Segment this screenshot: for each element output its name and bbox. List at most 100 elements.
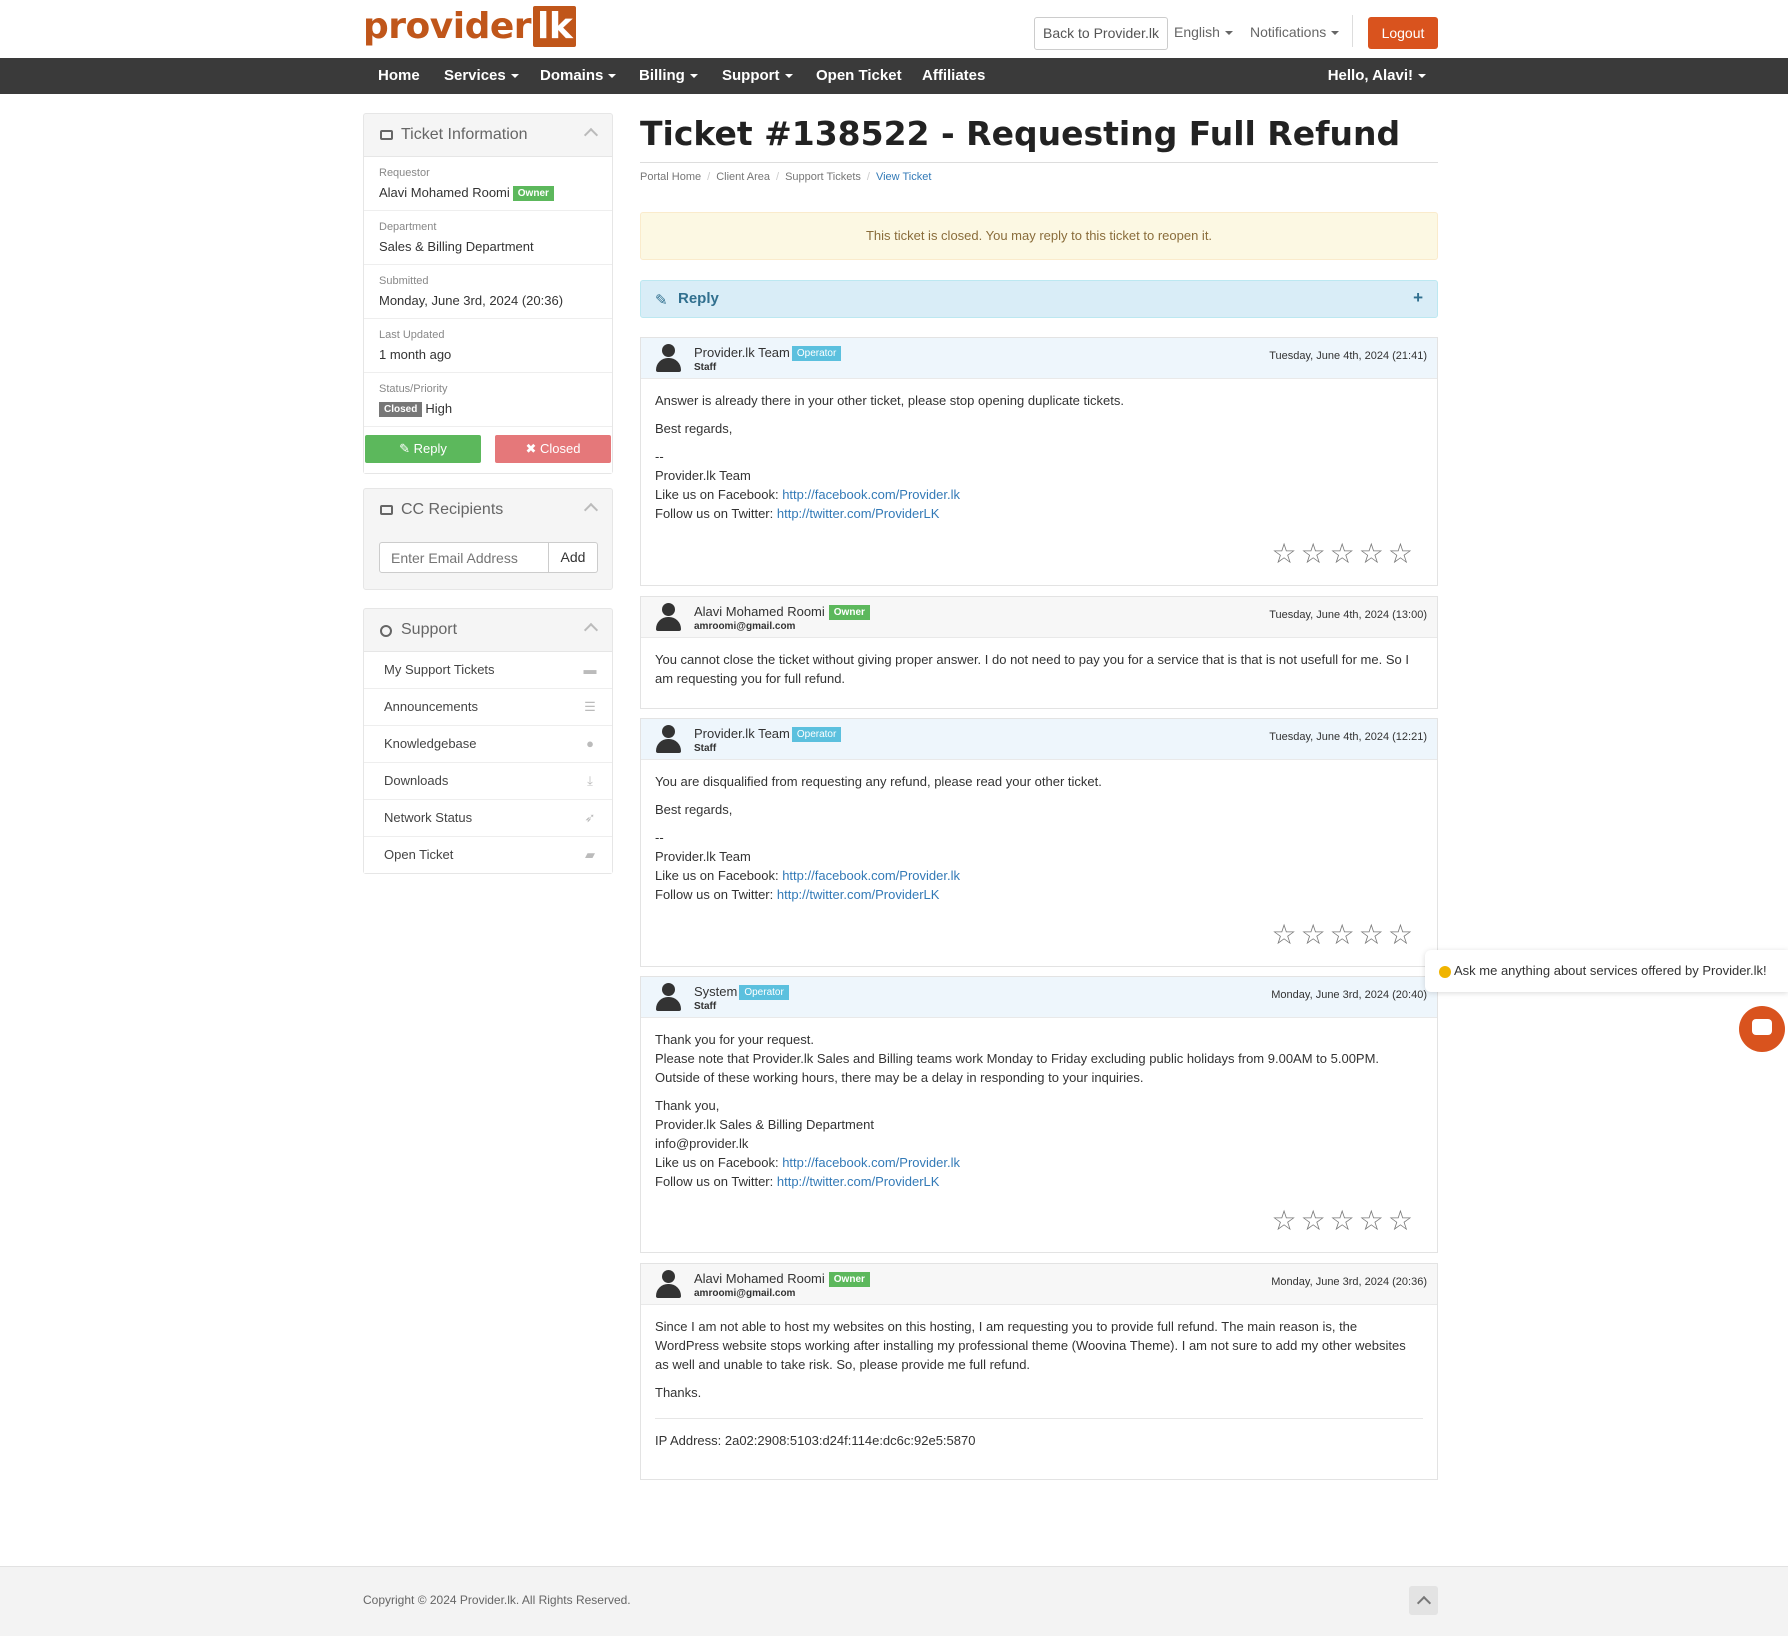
sidebar-item-announcements[interactable]: Announcements ☰ xyxy=(364,689,612,726)
language-dropdown[interactable]: English xyxy=(1174,24,1233,40)
signature-facebook: Like us on Facebook: http://facebook.com… xyxy=(655,866,1423,885)
sidebar-item-downloads[interactable]: Downloads ⤓ xyxy=(364,763,612,800)
breadcrumb-support-tickets[interactable]: Support Tickets xyxy=(785,171,861,183)
pencil-icon: ✎ xyxy=(655,292,668,309)
star-outline-icon[interactable]: ☆ xyxy=(1359,1207,1384,1235)
chat-prompt[interactable]: Ask me anything about services offered b… xyxy=(1425,950,1788,992)
nav-label: Billing xyxy=(639,67,685,84)
nav-label: Domains xyxy=(540,67,604,84)
facebook-link[interactable]: http://facebook.com/Provider.lk xyxy=(782,1155,960,1170)
nav-support[interactable]: Support xyxy=(722,58,793,94)
star-outline-icon[interactable]: ☆ xyxy=(1388,921,1413,949)
ip-address: IP Address: 2a02:2908:5103:d24f:114e:dc6… xyxy=(655,1433,976,1448)
message-text: Best regards, xyxy=(655,421,733,436)
star-outline-icon[interactable]: ☆ xyxy=(1301,540,1326,568)
panel-header[interactable]: CC Recipients xyxy=(364,489,612,531)
chevron-up-icon[interactable] xyxy=(583,127,599,143)
twitter-label: Follow us on Twitter: xyxy=(655,887,777,902)
sidebar-item-my-support-tickets[interactable]: My Support Tickets ▬ xyxy=(364,652,612,689)
message-date: Tuesday, June 4th, 2024 (21:41) xyxy=(1269,350,1427,362)
back-to-top-button[interactable] xyxy=(1409,1586,1438,1615)
twitter-link[interactable]: http://twitter.com/ProviderLK xyxy=(777,506,940,521)
signature-email: info@provider.lk xyxy=(655,1136,749,1151)
nav-home[interactable]: Home xyxy=(378,58,420,94)
breadcrumb-separator: / xyxy=(866,171,870,183)
status-priority-block: Status/Priority Closed High xyxy=(364,373,612,427)
nav-domains[interactable]: Domains xyxy=(540,58,617,94)
twitter-link[interactable]: http://twitter.com/ProviderLK xyxy=(777,887,940,902)
message-date: Tuesday, June 4th, 2024 (12:21) xyxy=(1269,731,1427,743)
priority-value: High xyxy=(425,401,453,416)
signature-thanks: Thank you, xyxy=(655,1098,720,1113)
back-to-provider-button[interactable]: Back to Provider.lk xyxy=(1034,17,1168,50)
message-line: Please note that Provider.lk Sales and B… xyxy=(655,1051,1380,1085)
notifications-label: Notifications xyxy=(1250,24,1327,40)
sidebar-item-network-status[interactable]: Network Status ➶ xyxy=(364,800,612,837)
signature-facebook: Like us on Facebook: http://facebook.com… xyxy=(655,485,1423,504)
user-greeting: Hello, Alavi! xyxy=(1327,67,1413,84)
facebook-label: Like us on Facebook: xyxy=(655,868,783,883)
breadcrumb-client-area[interactable]: Client Area xyxy=(716,171,770,183)
star-outline-icon[interactable]: ☆ xyxy=(1359,540,1384,568)
nav-services[interactable]: Services xyxy=(444,58,519,94)
sidebar-item-open-ticket[interactable]: Open Ticket ▰ xyxy=(364,837,612,873)
logout-button[interactable]: Logout xyxy=(1368,17,1438,49)
times-icon: ✖ xyxy=(525,441,541,456)
message-header: System Operator Staff Monday, June 3rd, 2… xyxy=(641,977,1437,1018)
user-avatar-icon xyxy=(655,1270,681,1300)
chevron-up-icon[interactable] xyxy=(583,622,599,638)
last-updated-label: Last Updated xyxy=(379,329,445,341)
panel-header[interactable]: Ticket Information xyxy=(364,114,612,157)
closed-label: Closed xyxy=(540,441,581,456)
star-outline-icon[interactable]: ☆ xyxy=(1359,921,1384,949)
star-outline-icon[interactable]: ☆ xyxy=(1271,1207,1296,1235)
author-name: Alavi Mohamed Roomi xyxy=(694,604,825,619)
reply-label: Reply xyxy=(413,441,447,456)
chat-launcher-button[interactable] xyxy=(1739,1006,1785,1052)
ticket-message: System Operator Staff Monday, June 3rd, 2… xyxy=(640,976,1438,1253)
reply-button[interactable]: ✎ Reply xyxy=(365,435,481,463)
panel-title: Ticket Information xyxy=(401,126,528,143)
notifications-dropdown[interactable]: Notifications xyxy=(1250,24,1340,40)
star-outline-icon[interactable]: ☆ xyxy=(1388,540,1413,568)
plus-icon[interactable]: + xyxy=(1413,288,1423,308)
sidebar-item-knowledgebase[interactable]: Knowledgebase ● xyxy=(364,726,612,763)
star-outline-icon[interactable]: ☆ xyxy=(1330,1207,1355,1235)
panel-header[interactable]: Support xyxy=(364,609,612,652)
breadcrumb-portal-home[interactable]: Portal Home xyxy=(640,171,701,183)
main-nav: Home Services Domains Billing Support Op… xyxy=(0,58,1788,94)
star-outline-icon[interactable]: ☆ xyxy=(1330,540,1355,568)
star-outline-icon[interactable]: ☆ xyxy=(1271,540,1296,568)
star-outline-icon[interactable]: ☆ xyxy=(1301,921,1326,949)
life-ring-icon xyxy=(380,625,392,637)
author-email: amroomi@gmail.com xyxy=(694,621,796,632)
reply-toggle[interactable]: ✎ Reply + xyxy=(640,280,1438,318)
twitter-link[interactable]: http://twitter.com/ProviderLK xyxy=(777,1174,940,1189)
nav-billing[interactable]: Billing xyxy=(639,58,698,94)
chevron-down-icon xyxy=(608,74,617,79)
facebook-link[interactable]: http://facebook.com/Provider.lk xyxy=(782,868,960,883)
cc-add-button[interactable]: Add xyxy=(549,542,598,573)
message-header: Provider.lk Team Operator Staff Tuesday, … xyxy=(641,338,1437,379)
star-outline-icon[interactable]: ☆ xyxy=(1271,921,1296,949)
logo-main: provider xyxy=(363,6,532,47)
chevron-up-icon[interactable] xyxy=(583,502,599,518)
cc-recipients-panel: CC Recipients Add xyxy=(363,488,613,590)
closed-button[interactable]: ✖ Closed xyxy=(495,435,611,463)
star-outline-icon[interactable]: ☆ xyxy=(1388,1207,1413,1235)
star-outline-icon[interactable]: ☆ xyxy=(1330,921,1355,949)
sidebar-item-label: Open Ticket xyxy=(384,847,454,862)
facebook-label: Like us on Facebook: xyxy=(655,1155,783,1170)
provider-logo[interactable]: provider lk xyxy=(363,6,577,47)
chevron-down-icon xyxy=(1418,74,1426,79)
facebook-link[interactable]: http://facebook.com/Provider.lk xyxy=(782,487,960,502)
message-body: Answer is already there in your other ti… xyxy=(641,379,1437,523)
nav-open-ticket[interactable]: Open Ticket xyxy=(816,58,902,94)
ticket-message: Alavi Mohamed Roomi Owner amroomi@gmail.c… xyxy=(640,596,1438,709)
star-outline-icon[interactable]: ☆ xyxy=(1301,1207,1326,1235)
cc-email-input[interactable] xyxy=(379,542,549,573)
nav-affiliates[interactable]: Affiliates xyxy=(922,58,985,94)
top-header: provider lk Back to Provider.lk English N… xyxy=(0,0,1788,58)
user-menu[interactable]: Hello, Alavi! xyxy=(1328,58,1426,94)
user-avatar-icon xyxy=(655,603,681,633)
